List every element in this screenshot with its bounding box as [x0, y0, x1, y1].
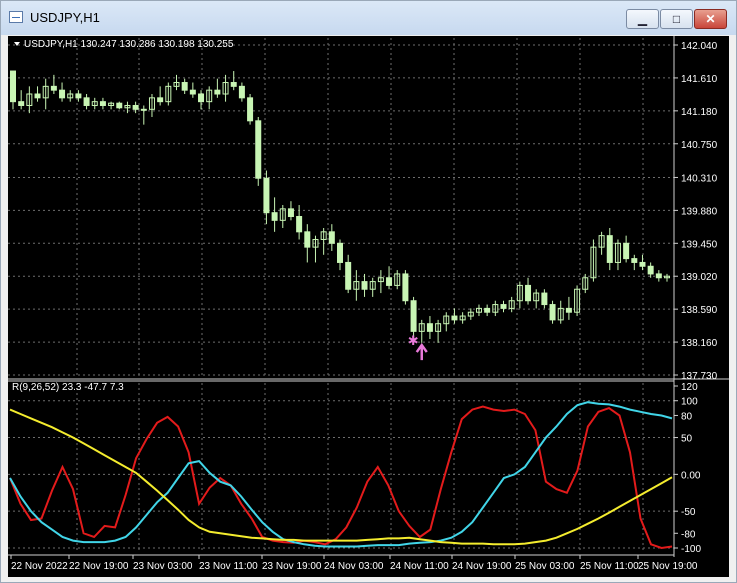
time-tick-label: 24 Nov 19:00: [452, 561, 512, 572]
price-tick-label: 140.310: [681, 173, 718, 184]
candle-bear: [655, 273, 662, 279]
price-tick-label: 137.730: [681, 371, 718, 382]
minimize-button[interactable]: ▁: [626, 9, 659, 29]
candle-bear: [59, 89, 66, 99]
candle-bear: [402, 273, 409, 302]
osc-tick-label: 0.00: [681, 470, 701, 481]
candle-bear: [116, 102, 123, 109]
candle-bear: [304, 231, 311, 248]
candle-bear: [426, 323, 433, 332]
candle-bear: [132, 104, 139, 110]
candle-bear: [189, 89, 196, 95]
time-tick-label: 23 Nov 03:00: [133, 561, 193, 572]
candle-bear: [337, 242, 343, 263]
price-tick-label: 139.880: [681, 206, 718, 217]
time-tick-label: 24 Nov 03:00: [324, 561, 384, 572]
time-tick-label: 25 Nov 19:00: [638, 561, 698, 572]
candle-bear: [296, 216, 303, 233]
candle-bear: [500, 304, 507, 309]
candle-bull: [140, 108, 147, 111]
price-tick-label: 138.590: [681, 305, 718, 316]
candle-bear: [541, 292, 548, 306]
candle-bear: [549, 304, 556, 321]
osc-tick-label: 100: [681, 397, 698, 408]
candle-bear: [157, 97, 164, 103]
candle-bear: [565, 307, 572, 313]
candle-bear: [386, 277, 393, 286]
osc-tick-label: 120: [681, 382, 698, 393]
candle-bear: [451, 315, 458, 321]
candle-bear: [263, 177, 270, 214]
candle-bear: [10, 70, 16, 103]
signal-star-icon: ✱: [408, 334, 419, 349]
close-button[interactable]: ✕: [694, 9, 727, 29]
candle-bear: [631, 258, 638, 263]
price-tick-label: 138.160: [681, 338, 718, 349]
indicator-header: R(9,26,52) 23.3 -47.7 7.3: [12, 382, 124, 393]
osc-tick-label: 80: [681, 411, 693, 422]
candle-bear: [198, 93, 205, 103]
candle-bear: [230, 82, 237, 87]
candle-bear: [606, 235, 613, 263]
candle-bear: [50, 85, 57, 91]
candle-bear: [271, 212, 278, 221]
price-header: USDJPY,H1 130.247 130.286 130.198 130.25…: [24, 39, 234, 50]
window-title: USDJPY,H1: [30, 10, 100, 25]
osc-tick-label: -100: [681, 544, 701, 555]
price-tick-label: 139.450: [681, 239, 718, 250]
candle-bear: [525, 284, 532, 302]
osc-tick-label: -50: [681, 507, 696, 518]
time-tick-label: 25 Nov 11:00: [580, 561, 639, 572]
price-tick-label: 139.020: [681, 272, 718, 283]
candle-bear: [99, 101, 106, 106]
price-tick-label: 142.040: [681, 41, 718, 52]
price-tick-label: 141.610: [681, 74, 718, 85]
candle-bear: [18, 101, 25, 106]
candle-bear: [75, 93, 82, 99]
candle-bear: [34, 93, 41, 99]
maximize-button[interactable]: □: [660, 9, 693, 29]
candle-bear: [287, 208, 294, 218]
chart-window: USDJPY,H1 ▁ □ ✕ ✱ 142.040 141.610 141.180 1…: [0, 0, 737, 583]
candle-bear: [345, 261, 352, 290]
candle-bear: [83, 97, 90, 106]
candle-bear: [328, 231, 335, 244]
candle-bear: [639, 261, 646, 267]
time-tick-label: 23 Nov 11:00: [199, 561, 258, 572]
time-tick-label: 22 Nov 19:00: [69, 561, 129, 572]
candle-bear: [247, 97, 254, 122]
time-tick-label: 24 Nov 11:00: [390, 561, 449, 572]
window-titlebar[interactable]: USDJPY,H1 ▁ □ ✕: [1, 1, 736, 35]
candle-bear: [361, 281, 368, 290]
time-tick-label: 23 Nov 19:00: [262, 561, 322, 572]
chart-canvas[interactable]: ✱ 142.040 141.610 141.180 140.750 140.310 139…: [8, 36, 729, 577]
chart-window-icon: [9, 11, 23, 23]
time-tick-label: 25 Nov 03:00: [515, 561, 575, 572]
candle-bear: [647, 265, 654, 275]
price-tick-label: 140.750: [681, 140, 718, 151]
candle-bear: [410, 300, 417, 332]
candle-bear: [181, 82, 188, 91]
osc-tick-label: 50: [681, 434, 693, 445]
candle-bear: [214, 89, 221, 95]
osc-tick-label: -80: [681, 529, 696, 540]
time-tick-label: 22 Nov 2022: [11, 561, 68, 572]
candle-bear: [255, 120, 262, 179]
candle-bear: [623, 242, 630, 260]
candle-bear: [484, 307, 491, 313]
candle-bear: [238, 85, 245, 99]
price-and-indicator-chart[interactable]: ✱ 142.040 141.610 141.180 140.750 140.310 139…: [8, 36, 729, 577]
price-tick-label: 141.180: [681, 107, 718, 118]
